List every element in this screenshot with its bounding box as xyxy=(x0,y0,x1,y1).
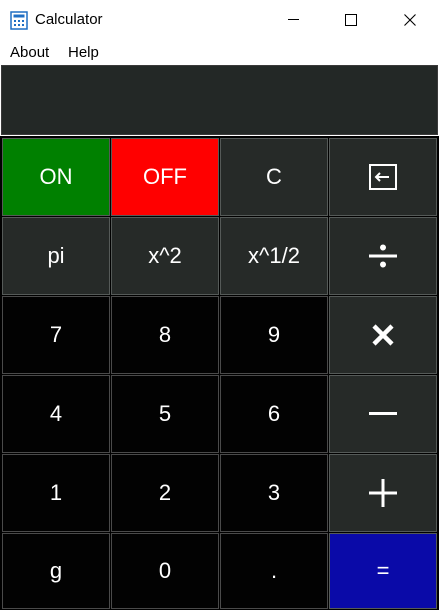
backspace-icon xyxy=(369,164,397,190)
on-label: ON xyxy=(39,164,73,189)
close-icon xyxy=(404,14,416,26)
menu-help[interactable]: Help xyxy=(68,44,99,61)
digit-1-label: 1 xyxy=(49,480,63,505)
digit-1-button[interactable]: 1 xyxy=(2,454,110,532)
digit-4-label: 4 xyxy=(49,401,63,426)
digit-3-button[interactable]: 3 xyxy=(220,454,328,532)
digit-8-label: 8 xyxy=(158,322,172,347)
digit-4-button[interactable]: 4 xyxy=(2,375,110,453)
plus-icon xyxy=(369,479,397,507)
digit-2-label: 2 xyxy=(158,480,172,505)
square-label: x^2 xyxy=(148,243,182,268)
decimal-label: . xyxy=(270,558,278,583)
clear-label: C xyxy=(266,164,282,189)
digit-7-button[interactable]: 7 xyxy=(2,296,110,374)
pi-label: pi xyxy=(47,243,65,268)
maximize-button[interactable] xyxy=(322,0,380,40)
sqrt-label: x^1/2 xyxy=(248,243,300,268)
minus-button[interactable] xyxy=(329,375,437,453)
title-bar: Calculator xyxy=(0,0,439,40)
divide-button[interactable] xyxy=(329,217,437,295)
calculator-display xyxy=(1,65,438,135)
keypad: ON OFF C pi x^2 x^1/2 7 8 9 4 5 6 1 2 3 … xyxy=(0,136,439,610)
menu-about[interactable]: About xyxy=(10,44,49,61)
digit-0-label: 0 xyxy=(158,558,172,583)
digit-7-label: 7 xyxy=(49,322,63,347)
multiply-icon xyxy=(371,323,395,347)
decimal-button[interactable]: . xyxy=(220,533,328,609)
digit-2-button[interactable]: 2 xyxy=(111,454,219,532)
digit-3-label: 3 xyxy=(267,480,281,505)
g-button[interactable]: g xyxy=(2,533,110,609)
off-button[interactable]: OFF xyxy=(111,138,219,216)
menu-bar: About Help xyxy=(0,40,439,64)
digit-6-label: 6 xyxy=(267,401,281,426)
off-label: OFF xyxy=(143,164,187,189)
equals-label: = xyxy=(376,558,390,583)
minimize-icon xyxy=(287,19,299,21)
maximize-icon xyxy=(345,14,357,26)
g-label: g xyxy=(49,558,63,583)
digit-9-button[interactable]: 9 xyxy=(220,296,328,374)
digit-9-label: 9 xyxy=(267,322,281,347)
close-button[interactable] xyxy=(381,0,439,40)
pi-button[interactable]: pi xyxy=(2,217,110,295)
minus-icon xyxy=(369,412,397,416)
digit-6-button[interactable]: 6 xyxy=(220,375,328,453)
divide-icon xyxy=(369,244,397,268)
minimize-button[interactable] xyxy=(264,0,322,40)
backspace-button[interactable] xyxy=(329,138,437,216)
window-title: Calculator xyxy=(35,11,103,28)
digit-0-button[interactable]: 0 xyxy=(111,533,219,609)
digit-5-label: 5 xyxy=(158,401,172,426)
equals-button[interactable]: = xyxy=(329,533,437,609)
clear-button[interactable]: C xyxy=(220,138,328,216)
on-button[interactable]: ON xyxy=(2,138,110,216)
digit-8-button[interactable]: 8 xyxy=(111,296,219,374)
digit-5-button[interactable]: 5 xyxy=(111,375,219,453)
sqrt-button[interactable]: x^1/2 xyxy=(220,217,328,295)
multiply-button[interactable] xyxy=(329,296,437,374)
calculator-icon xyxy=(10,11,28,30)
plus-button[interactable] xyxy=(329,454,437,532)
square-button[interactable]: x^2 xyxy=(111,217,219,295)
